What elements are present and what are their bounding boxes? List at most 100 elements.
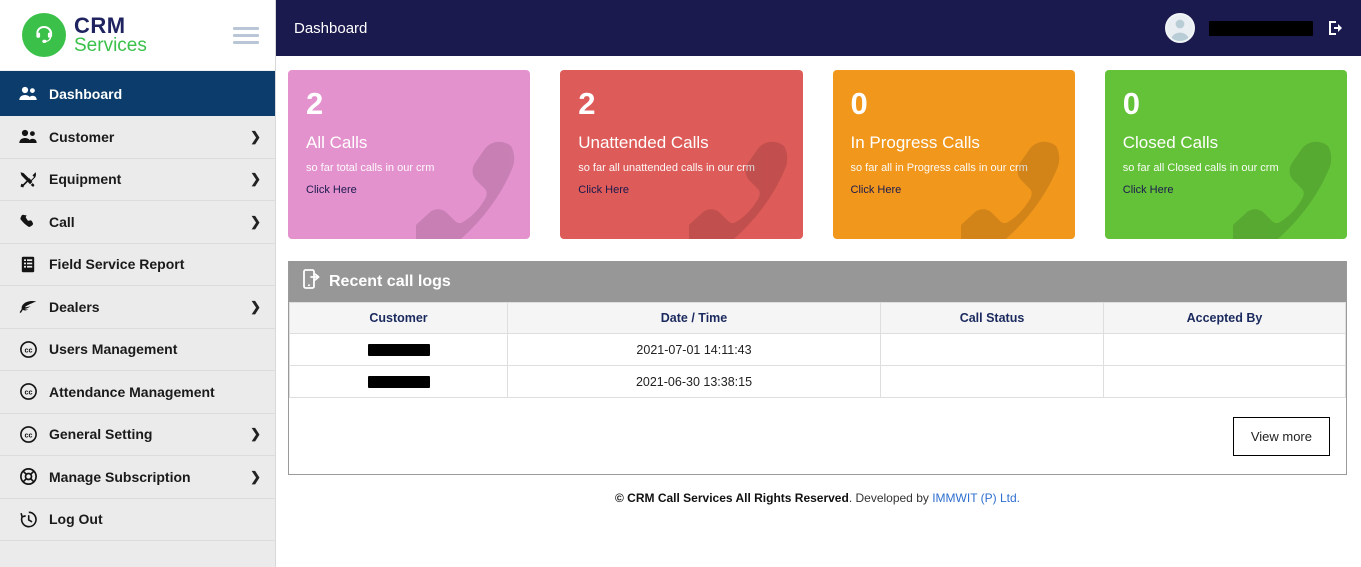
- sidebar-item-dashboard[interactable]: Dashboard: [0, 71, 275, 116]
- stat-card-link[interactable]: Click Here: [851, 184, 902, 196]
- user-name-redacted: [1209, 20, 1313, 36]
- table-header-date-time: Date / Time: [507, 302, 881, 334]
- stat-card-link[interactable]: Click Here: [306, 184, 357, 196]
- sidebar-item-dealers[interactable]: Dealers ❯: [0, 286, 275, 329]
- stat-card-in-progress-calls[interactable]: 0 In Progress Calls so far all in Progress…: [832, 70, 1075, 239]
- footer-company-link[interactable]: IMMWIT (P) Ltd.: [932, 491, 1020, 505]
- creative-commons-icon: cc: [16, 340, 40, 358]
- stat-card-value: 2: [578, 86, 596, 121]
- stat-card-label: Closed Calls: [1122, 133, 1219, 153]
- view-more-button[interactable]: View more: [1232, 416, 1330, 456]
- panel-title: Recent call logs: [329, 272, 451, 290]
- sidebar-item-equipment[interactable]: Equipment ❯: [0, 158, 275, 201]
- table-header-call-status: Call Status: [880, 302, 1104, 334]
- sidebar-item-manage-subscription[interactable]: Manage Subscription ❯: [0, 456, 275, 499]
- cell-accepted-by: [1103, 333, 1346, 366]
- table-header-customer: Customer: [289, 302, 508, 334]
- panel-footer: View more: [289, 398, 1346, 474]
- table-body: 2021-07-01 14:11:43 2021-06-30 13:38:15: [289, 333, 1346, 398]
- sidebar-item-log-out[interactable]: Log Out: [0, 498, 275, 541]
- sidebar-item-attendance-management[interactable]: cc Attendance Management: [0, 371, 275, 414]
- avatar[interactable]: [1165, 13, 1195, 43]
- stat-card-link[interactable]: Click Here: [578, 184, 629, 196]
- panel-header: Recent call logs: [289, 261, 1346, 302]
- sidebar-item-label: General Setting: [49, 426, 153, 443]
- stat-card-description: so far all Closed calls in our crm: [1122, 162, 1279, 175]
- main-area: Dashboard 2 All Calls so far total calls…: [276, 0, 1361, 567]
- recent-call-logs-panel: Recent call logs Customer Date / Time Call…: [288, 261, 1347, 475]
- chevron-right-icon: ❯: [250, 128, 261, 144]
- sidebar-item-label: Customer: [49, 128, 115, 145]
- stat-cards: 2 All Calls so far total calls in our crm C…: [288, 70, 1347, 239]
- sidebar-item-label: Dashboard: [49, 85, 123, 102]
- sidebar-item-users-management[interactable]: cc Users Management: [0, 328, 275, 371]
- header-user-area: [1165, 13, 1345, 43]
- hamburger-icon[interactable]: [233, 26, 259, 44]
- stat-card-description: so far all in Progress calls in our crm: [850, 162, 1028, 175]
- stat-card-value: 0: [1122, 86, 1140, 121]
- cell-call-status: [880, 365, 1104, 398]
- users-icon: [16, 86, 40, 101]
- stat-card-label: All Calls: [306, 133, 368, 153]
- sidebar-item-general-setting[interactable]: cc General Setting ❯: [0, 413, 275, 456]
- footer-copyright: © CRM Call Services All Rights Reserved: [615, 491, 849, 505]
- tools-icon: [16, 171, 40, 188]
- headset-circle-icon: [22, 13, 66, 57]
- creative-commons-icon: cc: [16, 383, 40, 401]
- chevron-right-icon: ❯: [250, 468, 261, 484]
- sidebar-nav: Dashboard Customer ❯ Equipment ❯ Call ❯ Field S…: [0, 71, 275, 541]
- leaf-icon: [16, 300, 40, 314]
- svg-text:cc: cc: [24, 388, 32, 397]
- sidebar-item-label: Log Out: [49, 511, 103, 528]
- stat-card-value: 0: [850, 86, 868, 121]
- page-footer: © CRM Call Services All Rights Reserved.…: [288, 475, 1347, 505]
- logo-text-secondary: Services: [74, 34, 147, 56]
- stat-card-value: 2: [306, 86, 324, 121]
- stat-card-description: so far all unattended calls in our crm: [578, 162, 755, 175]
- sidebar-item-label: Dealers: [49, 298, 100, 315]
- brand-row: CRM Services: [0, 0, 275, 71]
- stat-card-all-calls[interactable]: 2 All Calls so far total calls in our crm C…: [288, 70, 531, 239]
- list-alt-icon: [16, 256, 40, 273]
- top-header-bar: Dashboard: [276, 0, 1361, 56]
- phone-icon: [16, 214, 40, 230]
- chevron-right-icon: ❯: [250, 426, 261, 442]
- sidebar-item-label: Manage Subscription: [49, 468, 191, 485]
- chevron-right-icon: ❯: [250, 298, 261, 314]
- stat-card-description: so far total calls in our crm: [306, 162, 435, 175]
- chevron-right-icon: ❯: [250, 213, 261, 229]
- sign-out-icon[interactable]: [1327, 19, 1345, 37]
- cell-datetime: 2021-06-30 13:38:15: [507, 365, 881, 398]
- recent-call-logs-table: Customer Date / Time Call Status Accepted B…: [289, 302, 1346, 398]
- table-row[interactable]: 2021-06-30 13:38:15: [289, 365, 1346, 398]
- sidebar-item-customer[interactable]: Customer ❯: [0, 116, 275, 159]
- app-logo[interactable]: CRM Services: [22, 13, 147, 57]
- sidebar-filler: [0, 541, 275, 567]
- chevron-right-icon: ❯: [250, 171, 261, 187]
- table-row[interactable]: 2021-07-01 14:11:43: [289, 333, 1346, 366]
- stat-card-unattended-calls[interactable]: 2 Unattended Calls so far all unattended c…: [560, 70, 803, 239]
- stat-card-closed-calls[interactable]: 0 Closed Calls so far all Closed calls in …: [1104, 70, 1347, 239]
- sidebar: CRM Services Dashboard Customer ❯ Equipment…: [0, 0, 276, 567]
- sidebar-item-label: Call: [49, 213, 75, 230]
- cell-call-status: [880, 333, 1104, 366]
- sidebar-item-label: Field Service Report: [49, 256, 185, 273]
- cell-accepted-by: [1103, 365, 1346, 398]
- sidebar-item-label: Users Management: [49, 341, 178, 358]
- stat-card-label: In Progress Calls: [850, 133, 980, 153]
- sidebar-item-label: Attendance Management: [49, 383, 215, 400]
- users-icon: [16, 129, 40, 144]
- svg-text:cc: cc: [24, 345, 32, 354]
- life-ring-icon: [16, 468, 40, 486]
- customer-name-redacted: [367, 376, 430, 389]
- mobile-export-icon: [303, 269, 321, 294]
- svg-text:cc: cc: [24, 430, 32, 439]
- stat-card-link[interactable]: Click Here: [1123, 184, 1174, 196]
- sidebar-item-field-service-report[interactable]: Field Service Report: [0, 243, 275, 286]
- table-header-row: Customer Date / Time Call Status Accepted B…: [289, 302, 1346, 334]
- sidebar-item-call[interactable]: Call ❯: [0, 201, 275, 244]
- cell-datetime: 2021-07-01 14:11:43: [507, 333, 881, 366]
- customer-name-redacted: [367, 344, 430, 357]
- cell-customer: [289, 333, 508, 366]
- content-area: 2 All Calls so far total calls in our crm C…: [276, 56, 1361, 567]
